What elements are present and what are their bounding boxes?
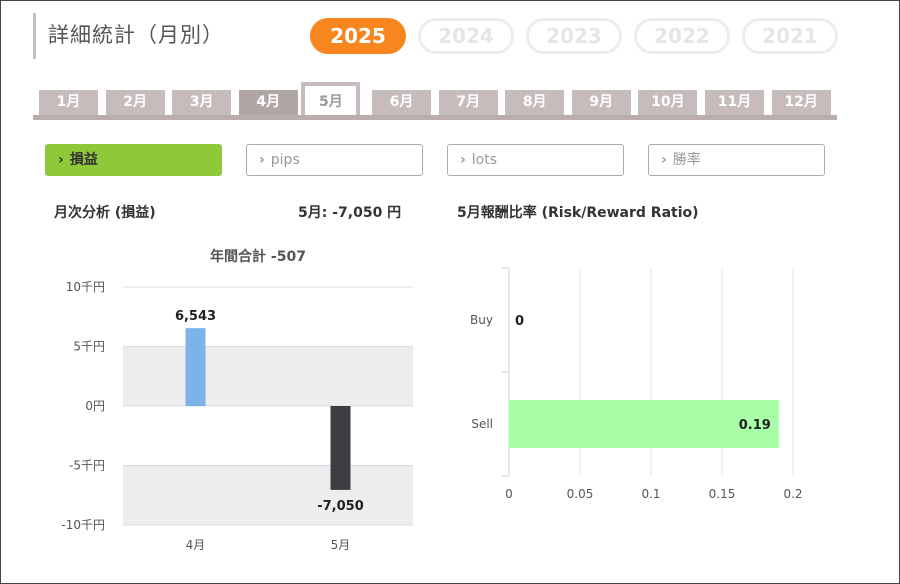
monthly-value-label: 5月: -7,050 円: [298, 205, 402, 221]
chevron-right-icon: ›: [460, 152, 466, 168]
data-label: 0.19: [739, 418, 771, 433]
data-label: -7,050: [317, 499, 364, 514]
y-tick-label: 10千円: [66, 280, 105, 294]
year-button-2021[interactable]: 2021: [742, 18, 838, 54]
month-tab-12[interactable]: 12月: [771, 90, 831, 115]
data-label: 6,543: [175, 309, 216, 324]
category-label: 損益: [69, 152, 98, 168]
month-tab-11[interactable]: 11月: [705, 90, 764, 115]
chevron-right-icon: ›: [259, 152, 265, 168]
category-button-3[interactable]: › 勝率: [648, 144, 825, 176]
y-tick-label: Buy: [470, 313, 493, 327]
category-label: pips: [270, 152, 300, 168]
grid-band: [123, 346, 413, 406]
category-label: lots: [471, 152, 498, 168]
chart-subtitle: 年間合計 -507: [210, 248, 306, 265]
rr-chart-title: 5月報酬比率 (Risk/Reward Ratio): [457, 205, 699, 221]
x-tick-label: 0.1: [641, 487, 660, 501]
page-frame: 詳細統計（月別） 2025 2024 2023 2022 2021 1月 2月 3月 4月 5月…: [0, 0, 900, 584]
risk-reward-chart: 0 0.05 0.1 0.15 0.2 Buy 0 Sell 0.19: [470, 267, 803, 501]
y-tick-label: 0円: [85, 399, 105, 413]
year-button-2023[interactable]: 2023: [526, 18, 622, 54]
month-tab-8[interactable]: 8月: [505, 90, 565, 115]
y-tick-label: 5千円: [73, 340, 105, 354]
month-tab-10[interactable]: 10月: [638, 90, 698, 115]
page-title-wrap: 詳細統計（月別）: [33, 13, 224, 59]
y-tick-label: -5千円: [69, 459, 105, 473]
month-tab-6[interactable]: 6月: [372, 90, 431, 115]
year-button-2024[interactable]: 2024: [418, 18, 514, 54]
month-tab-9[interactable]: 9月: [571, 90, 631, 115]
x-tick-label: 0.05: [567, 487, 594, 501]
month-tab-2[interactable]: 2月: [105, 90, 165, 115]
grid-band: [123, 465, 413, 525]
category-button-0[interactable]: › 損益: [45, 144, 222, 176]
month-tab-7[interactable]: 7月: [438, 90, 498, 115]
x-tick-label: 0.2: [783, 487, 802, 501]
x-tick-label: 4月: [186, 538, 206, 552]
monthly-analysis-label: 月次分析 (損益): [54, 205, 156, 221]
bar-5月: [330, 406, 351, 490]
y-tick-label: Sell: [471, 417, 493, 431]
category-label: 勝率: [672, 152, 701, 168]
category-button-2[interactable]: › lots: [447, 144, 624, 176]
chevron-right-icon: ›: [58, 152, 64, 168]
x-tick-label: 5月: [331, 538, 351, 552]
bar-4月: [185, 328, 206, 406]
month-tab-1[interactable]: 1月: [39, 90, 98, 115]
x-tick-label: 0: [505, 487, 513, 501]
category-button-1[interactable]: › pips: [246, 144, 423, 176]
x-tick-label: 0.15: [709, 487, 736, 501]
month-tab-3[interactable]: 3月: [172, 90, 232, 115]
chevron-right-icon: ›: [661, 152, 667, 168]
data-label: 0: [515, 314, 524, 329]
year-button-2025[interactable]: 2025: [310, 18, 406, 54]
page-title: 詳細統計（月別）: [48, 23, 224, 47]
year-button-2022[interactable]: 2022: [634, 18, 730, 54]
month-tab-4[interactable]: 4月: [238, 90, 298, 115]
y-tick-label: -10千円: [61, 518, 105, 532]
month-tab-underline: [33, 115, 837, 120]
monthly-pl-chart: 年間合計 -507 10千円 5千円 0円 -5千円 -10千円 6,543 4月 -7,050…: [61, 248, 413, 552]
